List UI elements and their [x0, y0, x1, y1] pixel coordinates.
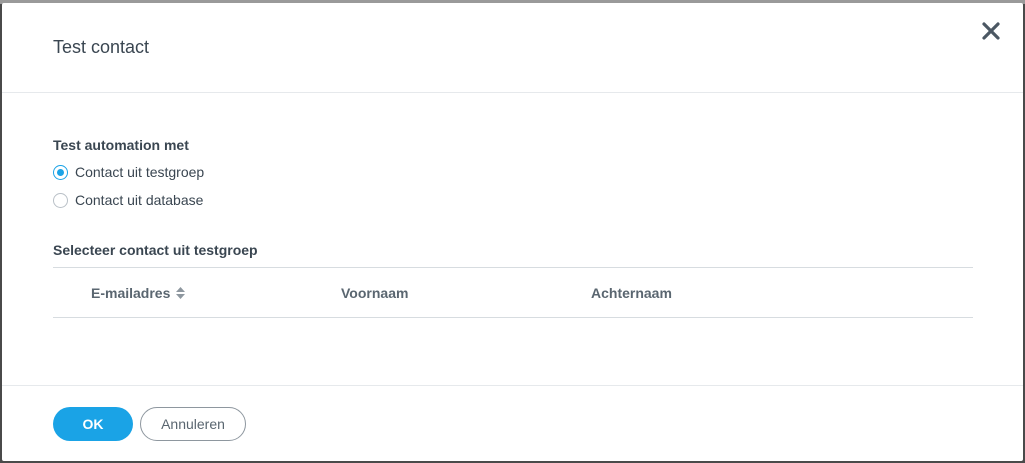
- dialog-title: Test contact: [53, 37, 150, 57]
- dialog-body: Test automation met Contact uit testgroe…: [2, 94, 1023, 385]
- radio-button[interactable]: [53, 192, 68, 208]
- column-header-label: Achternaam: [591, 285, 672, 301]
- radio-label: Contact uit database: [75, 192, 204, 208]
- ok-button[interactable]: OK: [53, 407, 133, 441]
- dialog-header: Test contact: [2, 3, 1023, 93]
- column-header-firstname: Voornaam: [341, 285, 408, 301]
- radio-button-checked[interactable]: [53, 164, 68, 180]
- column-header-email[interactable]: E-mailadres: [91, 285, 186, 301]
- column-header-label: Voornaam: [341, 285, 409, 301]
- radio-label: Contact uit testgroep: [75, 164, 205, 180]
- column-header-label: E-mailadres: [91, 285, 171, 301]
- close-icon: [982, 22, 1000, 40]
- radio-option-database[interactable]: Contact uit database: [53, 191, 203, 209]
- cancel-button[interactable]: Annuleren: [140, 407, 246, 441]
- column-header-lastname: Achternaam: [591, 285, 672, 301]
- radio-option-testgroup[interactable]: Contact uit testgroep: [53, 163, 204, 181]
- close-button[interactable]: [978, 18, 1004, 44]
- test-contact-dialog: Test contact Test automation met Contact…: [2, 3, 1023, 461]
- contact-table: E-mailadres Voornaam Achternaam: [53, 267, 973, 318]
- sort-icon[interactable]: [176, 287, 186, 299]
- dialog-footer: OK Annuleren: [2, 385, 1023, 461]
- test-with-label: Test automation met: [53, 137, 189, 153]
- contact-table-label: Selecteer contact uit testgroep: [53, 242, 258, 258]
